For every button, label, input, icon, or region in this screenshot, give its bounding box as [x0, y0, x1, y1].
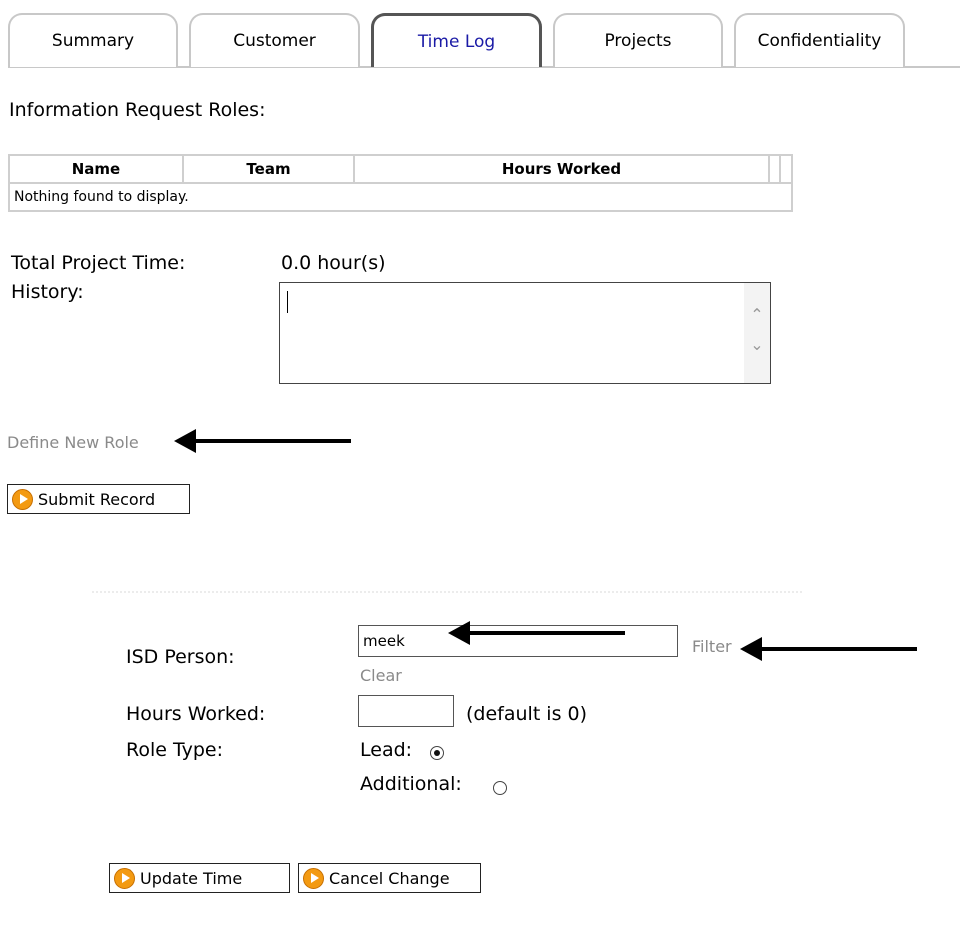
- lead-label: Lead:: [360, 739, 413, 761]
- tab-projects[interactable]: Projects: [553, 13, 723, 67]
- column-header-hours-worked[interactable]: Hours Worked: [355, 156, 770, 182]
- annotation-arrow-icon: [448, 621, 625, 645]
- play-icon: [12, 488, 33, 510]
- hours-worked-label: Hours Worked:: [126, 703, 266, 725]
- column-header-name[interactable]: Name: [10, 156, 184, 182]
- section-divider: [92, 591, 802, 593]
- play-icon: [114, 867, 135, 889]
- define-new-role-link[interactable]: Define New Role: [7, 433, 139, 452]
- cancel-change-label: Cancel Change: [329, 868, 450, 888]
- roles-empty-message: Nothing found to display.: [14, 189, 189, 205]
- arrow-shaft: [462, 631, 625, 635]
- play-icon: [303, 867, 324, 889]
- annotation-arrow-icon: [740, 637, 917, 661]
- submit-record-label: Submit Record: [38, 489, 156, 509]
- roles-table-header: Name Team Hours Worked: [10, 156, 791, 184]
- total-project-time-value: 0.0 hour(s): [281, 252, 386, 274]
- hours-default-hint: (default is 0): [466, 703, 588, 725]
- lead-radio[interactable]: [430, 746, 444, 760]
- history-scrollbar[interactable]: ⌃ ⌄: [744, 283, 770, 383]
- hours-worked-input[interactable]: [358, 695, 454, 727]
- scroll-up-icon[interactable]: ⌃: [744, 305, 770, 324]
- role-type-label: Role Type:: [126, 739, 224, 761]
- arrow-shaft: [188, 439, 351, 443]
- tab-confidentiality[interactable]: Confidentiality: [734, 13, 905, 67]
- roles-section-title: Information Request Roles:: [9, 99, 266, 121]
- additional-radio[interactable]: [493, 781, 507, 795]
- history-label: History:: [11, 281, 84, 303]
- arrow-shaft: [754, 647, 917, 651]
- total-project-time-label: Total Project Time:: [11, 252, 186, 274]
- tab-summary[interactable]: Summary: [8, 13, 178, 67]
- tab-bar: Summary Customer Time Log Projects Confi…: [0, 0, 960, 68]
- update-time-button[interactable]: Update Time: [109, 863, 290, 893]
- history-textarea[interactable]: ⌃ ⌄: [279, 282, 771, 384]
- isd-person-label: ISD Person:: [126, 646, 235, 668]
- tab-customer[interactable]: Customer: [189, 13, 360, 67]
- submit-record-button[interactable]: Submit Record: [7, 484, 190, 514]
- clear-link[interactable]: Clear: [360, 666, 402, 685]
- text-caret: [287, 291, 288, 313]
- column-header-team[interactable]: Team: [184, 156, 355, 182]
- column-header-spacer: [770, 156, 781, 182]
- scroll-down-icon[interactable]: ⌄: [744, 335, 770, 354]
- update-time-label: Update Time: [140, 868, 243, 888]
- filter-link[interactable]: Filter: [692, 637, 732, 656]
- roles-table: Name Team Hours Worked Nothing found to …: [8, 154, 793, 212]
- additional-label: Additional:: [360, 773, 462, 795]
- cancel-change-button[interactable]: Cancel Change: [298, 863, 481, 893]
- tab-time-log[interactable]: Time Log: [371, 13, 542, 67]
- annotation-arrow-icon: [174, 429, 351, 453]
